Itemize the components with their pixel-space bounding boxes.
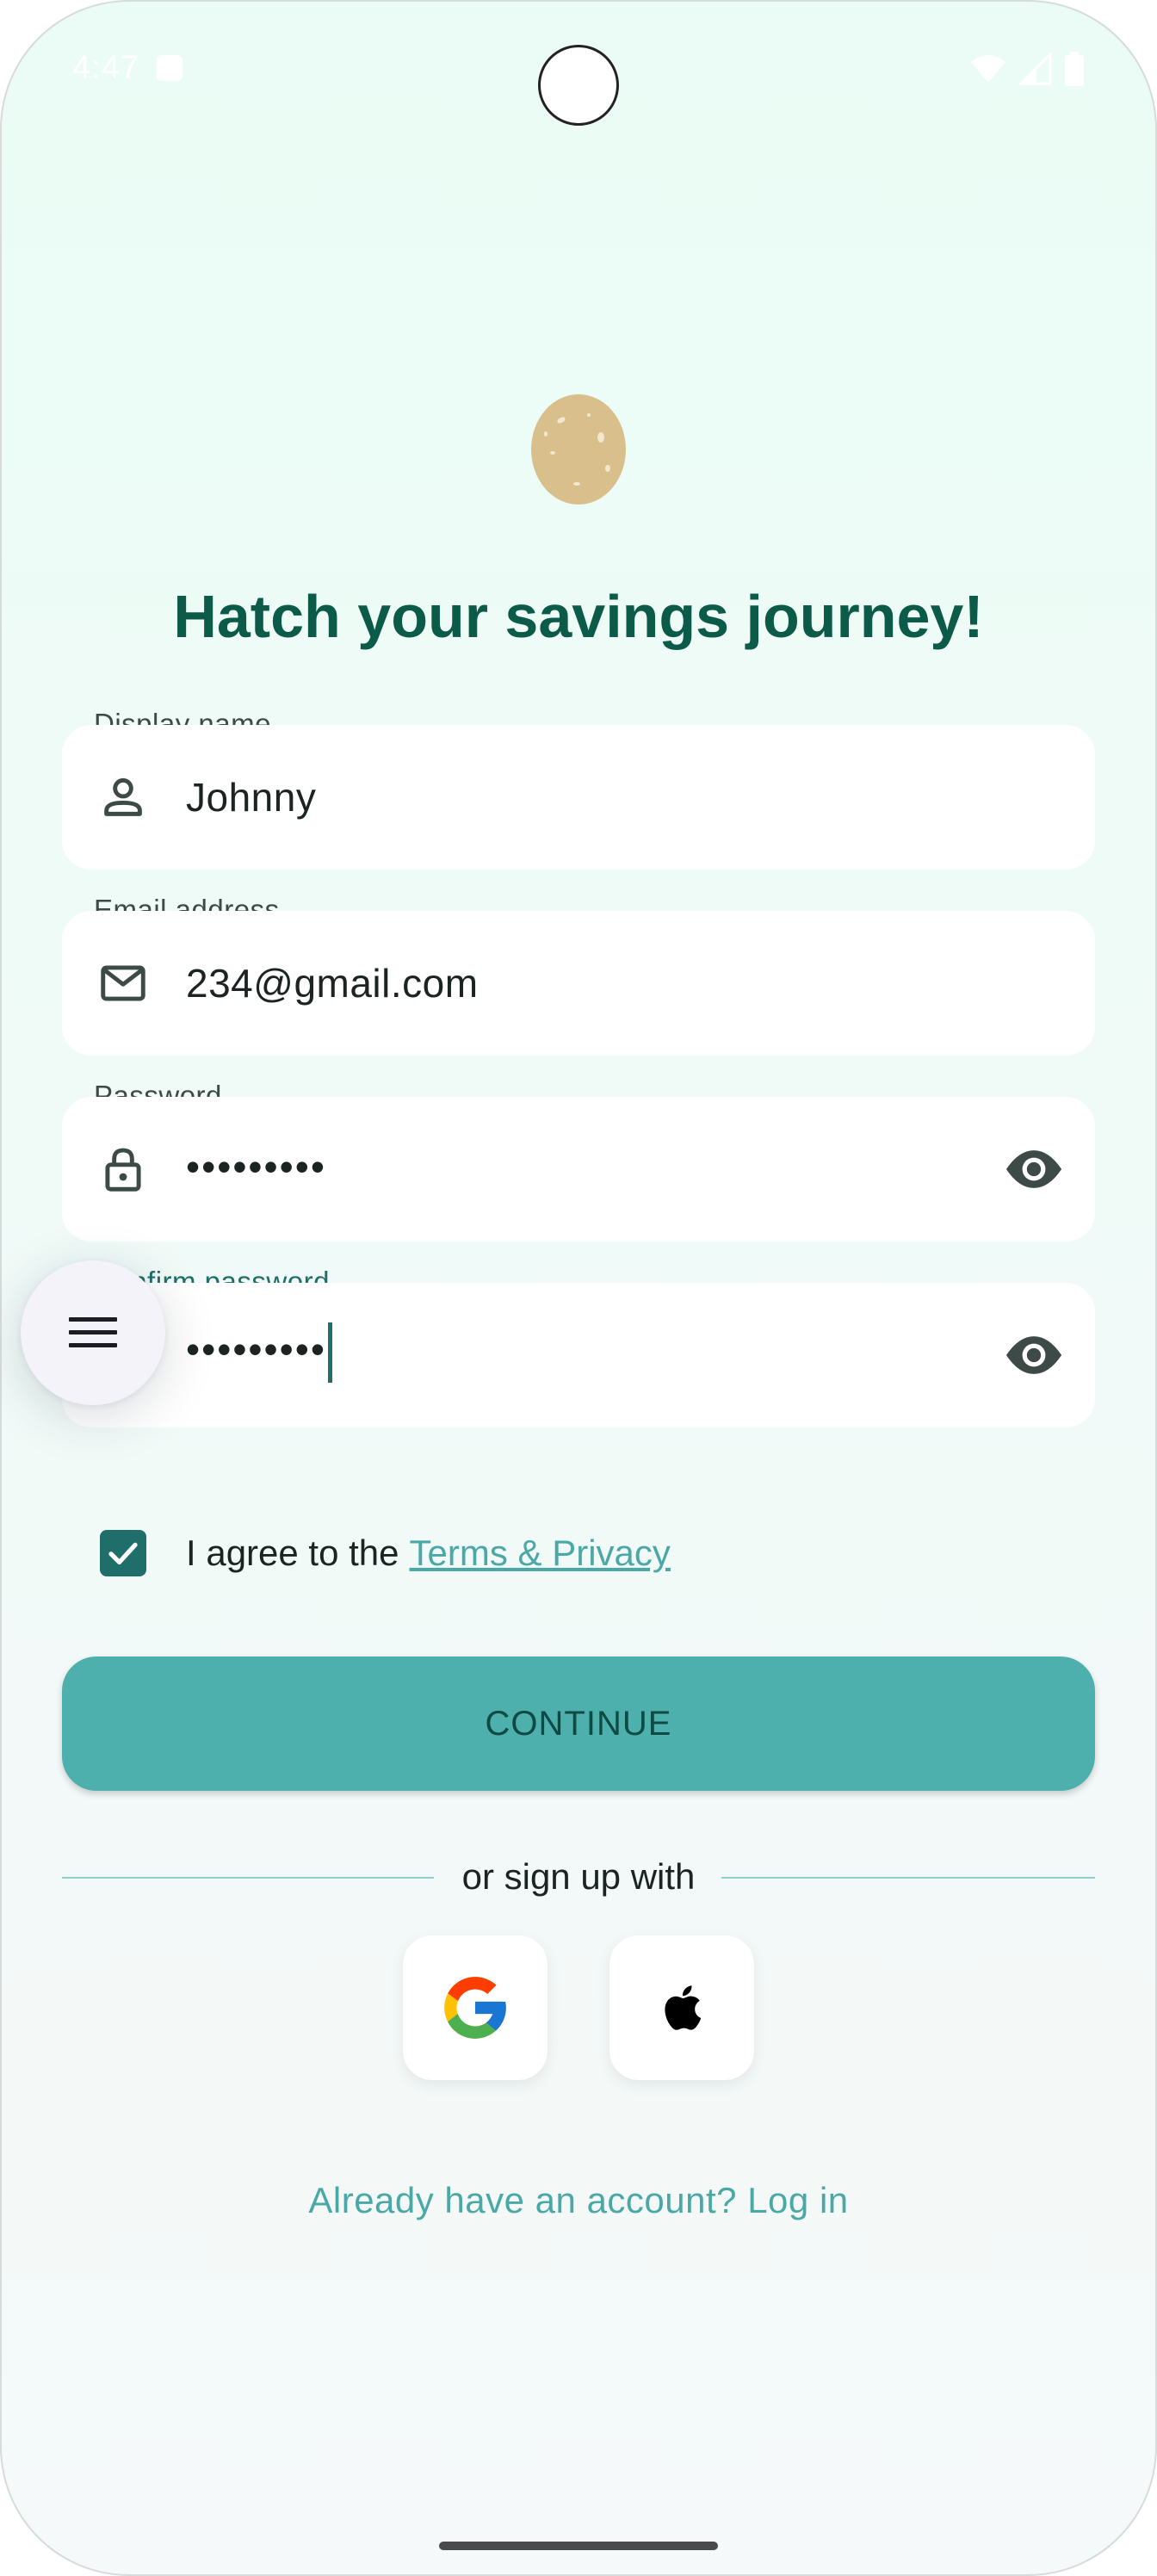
display-name-value: Johnny (186, 775, 317, 820)
floating-menu-button[interactable] (21, 1260, 165, 1405)
home-indicator[interactable] (439, 2542, 718, 2550)
apple-icon (665, 1985, 702, 2030)
terms-privacy-link[interactable]: Terms & Privacy (410, 1533, 671, 1574)
mail-icon (101, 965, 145, 1001)
continue-button[interactable]: CONTINUE (62, 1656, 1095, 1791)
login-link[interactable]: Already have an account? Log in (0, 2180, 1157, 2221)
google-signup-button[interactable] (403, 1935, 548, 2080)
eye-icon[interactable] (1004, 1139, 1064, 1199)
password-value: ••••••••• (186, 1143, 326, 1189)
camera-cutout (538, 45, 619, 126)
page-title: Hatch your savings journey! (173, 583, 984, 650)
terms-agree-row: I agree to the Terms & Privacy (100, 1527, 671, 1579)
confirm-password-text: ••••••••• (186, 1326, 326, 1372)
eye-icon[interactable] (1004, 1325, 1064, 1385)
social-divider: or sign up with (62, 1853, 1095, 1901)
terms-checkbox[interactable] (100, 1530, 146, 1576)
battery-icon (1065, 52, 1084, 86)
menu-icon (69, 1317, 117, 1347)
email-field[interactable]: 234@gmail.com (62, 911, 1095, 1056)
status-time: 4:47 (72, 50, 139, 86)
egg-logo (531, 394, 626, 505)
signal-icon (1019, 53, 1052, 85)
text-caret (327, 1322, 332, 1383)
check-icon (108, 1542, 138, 1565)
notification-icon (157, 55, 183, 81)
wifi-icon (971, 55, 1005, 83)
email-value: 234@gmail.com (186, 961, 479, 1006)
lock-icon (105, 1148, 141, 1192)
apple-signup-button[interactable] (609, 1935, 754, 2080)
divider-text: or sign up with (461, 1856, 696, 1897)
status-icons (969, 50, 1085, 88)
person-icon (104, 777, 142, 816)
google-icon (444, 1977, 506, 2039)
confirm-password-field[interactable]: ••••••••• (62, 1283, 1095, 1427)
password-field[interactable]: ••••••••• (62, 1097, 1095, 1242)
agree-text: I agree to the (186, 1533, 399, 1573)
app-screen: 4:47 Hatch your savings journey! Display… (0, 0, 1157, 2576)
display-name-field[interactable]: Johnny (62, 725, 1095, 870)
confirm-password-value: ••••••••• (186, 1322, 332, 1383)
